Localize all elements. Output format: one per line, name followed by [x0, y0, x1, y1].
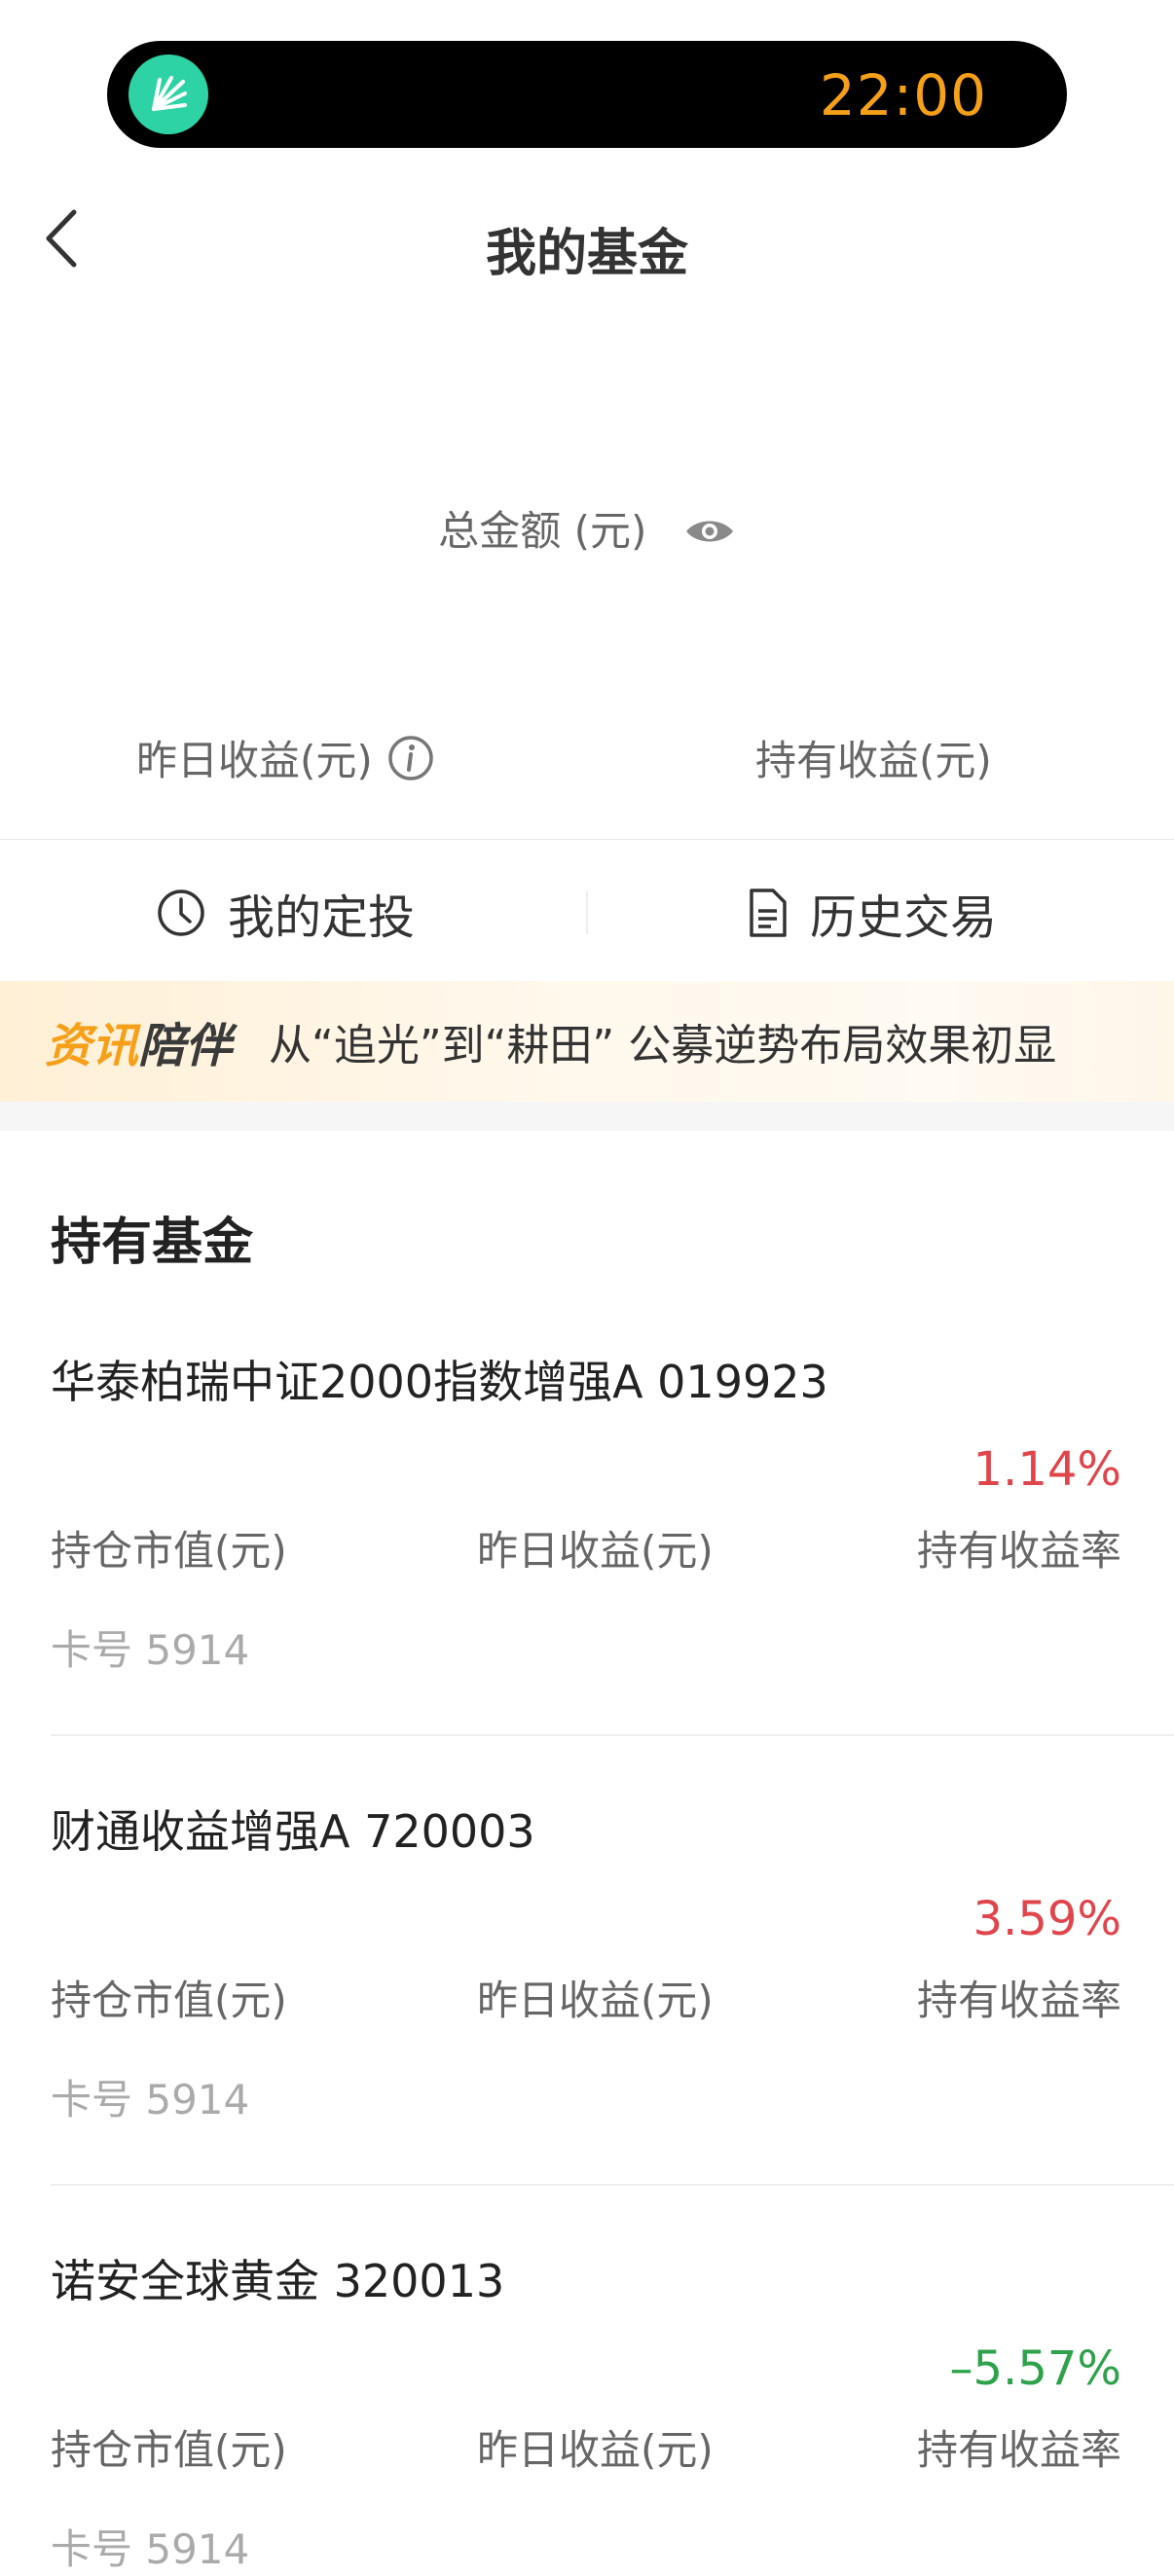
section-gap: [0, 1102, 1174, 1131]
banner-headline: 从“追光”到“耕田” 公募逆势布局效果初显: [269, 1021, 1057, 1070]
action-separator: [586, 891, 588, 934]
document-icon: [750, 889, 787, 937]
total-amount-text: 总金额 (元): [438, 507, 647, 555]
fund-return-rate: 3.59%: [972, 1892, 1121, 1946]
my-dingtou-label: 我的定投: [228, 890, 416, 945]
page-title: 我的基金: [485, 225, 688, 283]
history-trades-label: 历史交易: [810, 890, 998, 945]
holding-earnings-label: 持有收益(元): [755, 737, 992, 784]
holdings-title: 持有基金: [51, 1214, 254, 1272]
total-amount-label: 总金额 (元): [0, 498, 1174, 558]
market-value-label: 持仓市值(元): [51, 1977, 287, 2024]
my-dingtou-button[interactable]: 我的定投: [156, 876, 415, 950]
holding-return-label: 持有收益率: [916, 1527, 1121, 1575]
status-pill: 22:00: [107, 41, 1067, 148]
app-activity-icon: [128, 54, 208, 134]
banner-tag-companion: 陪伴: [138, 1019, 233, 1073]
card-number: 卡号 5914: [51, 2525, 250, 2573]
yesterday-earnings-label: 昨日收益(元): [136, 728, 435, 787]
divider: [51, 1734, 1174, 1736]
news-banner[interactable]: 资讯 陪伴 从“追光”到“耕田” 公募逆势布局效果初显: [0, 981, 1174, 1102]
divider: [0, 839, 1174, 840]
card-number: 卡号 5914: [51, 1626, 250, 1674]
card-number: 卡号 5914: [51, 2076, 250, 2123]
fund-name: 诺安全球黄金 320013: [51, 2255, 505, 2307]
yesterday-earnings-label: 昨日收益(元): [477, 2426, 714, 2474]
fund-name: 财通收益增强A 720003: [51, 1805, 535, 1858]
info-icon[interactable]: [386, 734, 435, 782]
market-value-label: 持仓市值(元): [51, 1527, 287, 1575]
market-value-label: 持仓市值(元): [51, 2426, 287, 2474]
divider: [51, 2184, 1174, 2186]
yesterday-earnings-label: 昨日收益(元): [477, 1977, 714, 2024]
history-trades-button[interactable]: 历史交易: [746, 876, 997, 950]
eye-icon[interactable]: [683, 510, 736, 558]
fund-return-rate: –5.57%: [949, 2341, 1121, 2396]
fund-name: 华泰柏瑞中证2000指数增强A 019923: [51, 1356, 828, 1408]
yesterday-earnings-label: 昨日收益(元): [477, 1527, 714, 1575]
fund-return-rate: 1.14%: [972, 1442, 1121, 1497]
status-time: 22:00: [819, 62, 987, 128]
holding-return-label: 持有收益率: [916, 2426, 1121, 2474]
banner-tag-news: 资讯: [45, 1019, 139, 1073]
holding-return-label: 持有收益率: [916, 1977, 1121, 2024]
clock-icon: [158, 889, 204, 936]
yesterday-earnings-text: 昨日收益(元): [136, 737, 373, 784]
